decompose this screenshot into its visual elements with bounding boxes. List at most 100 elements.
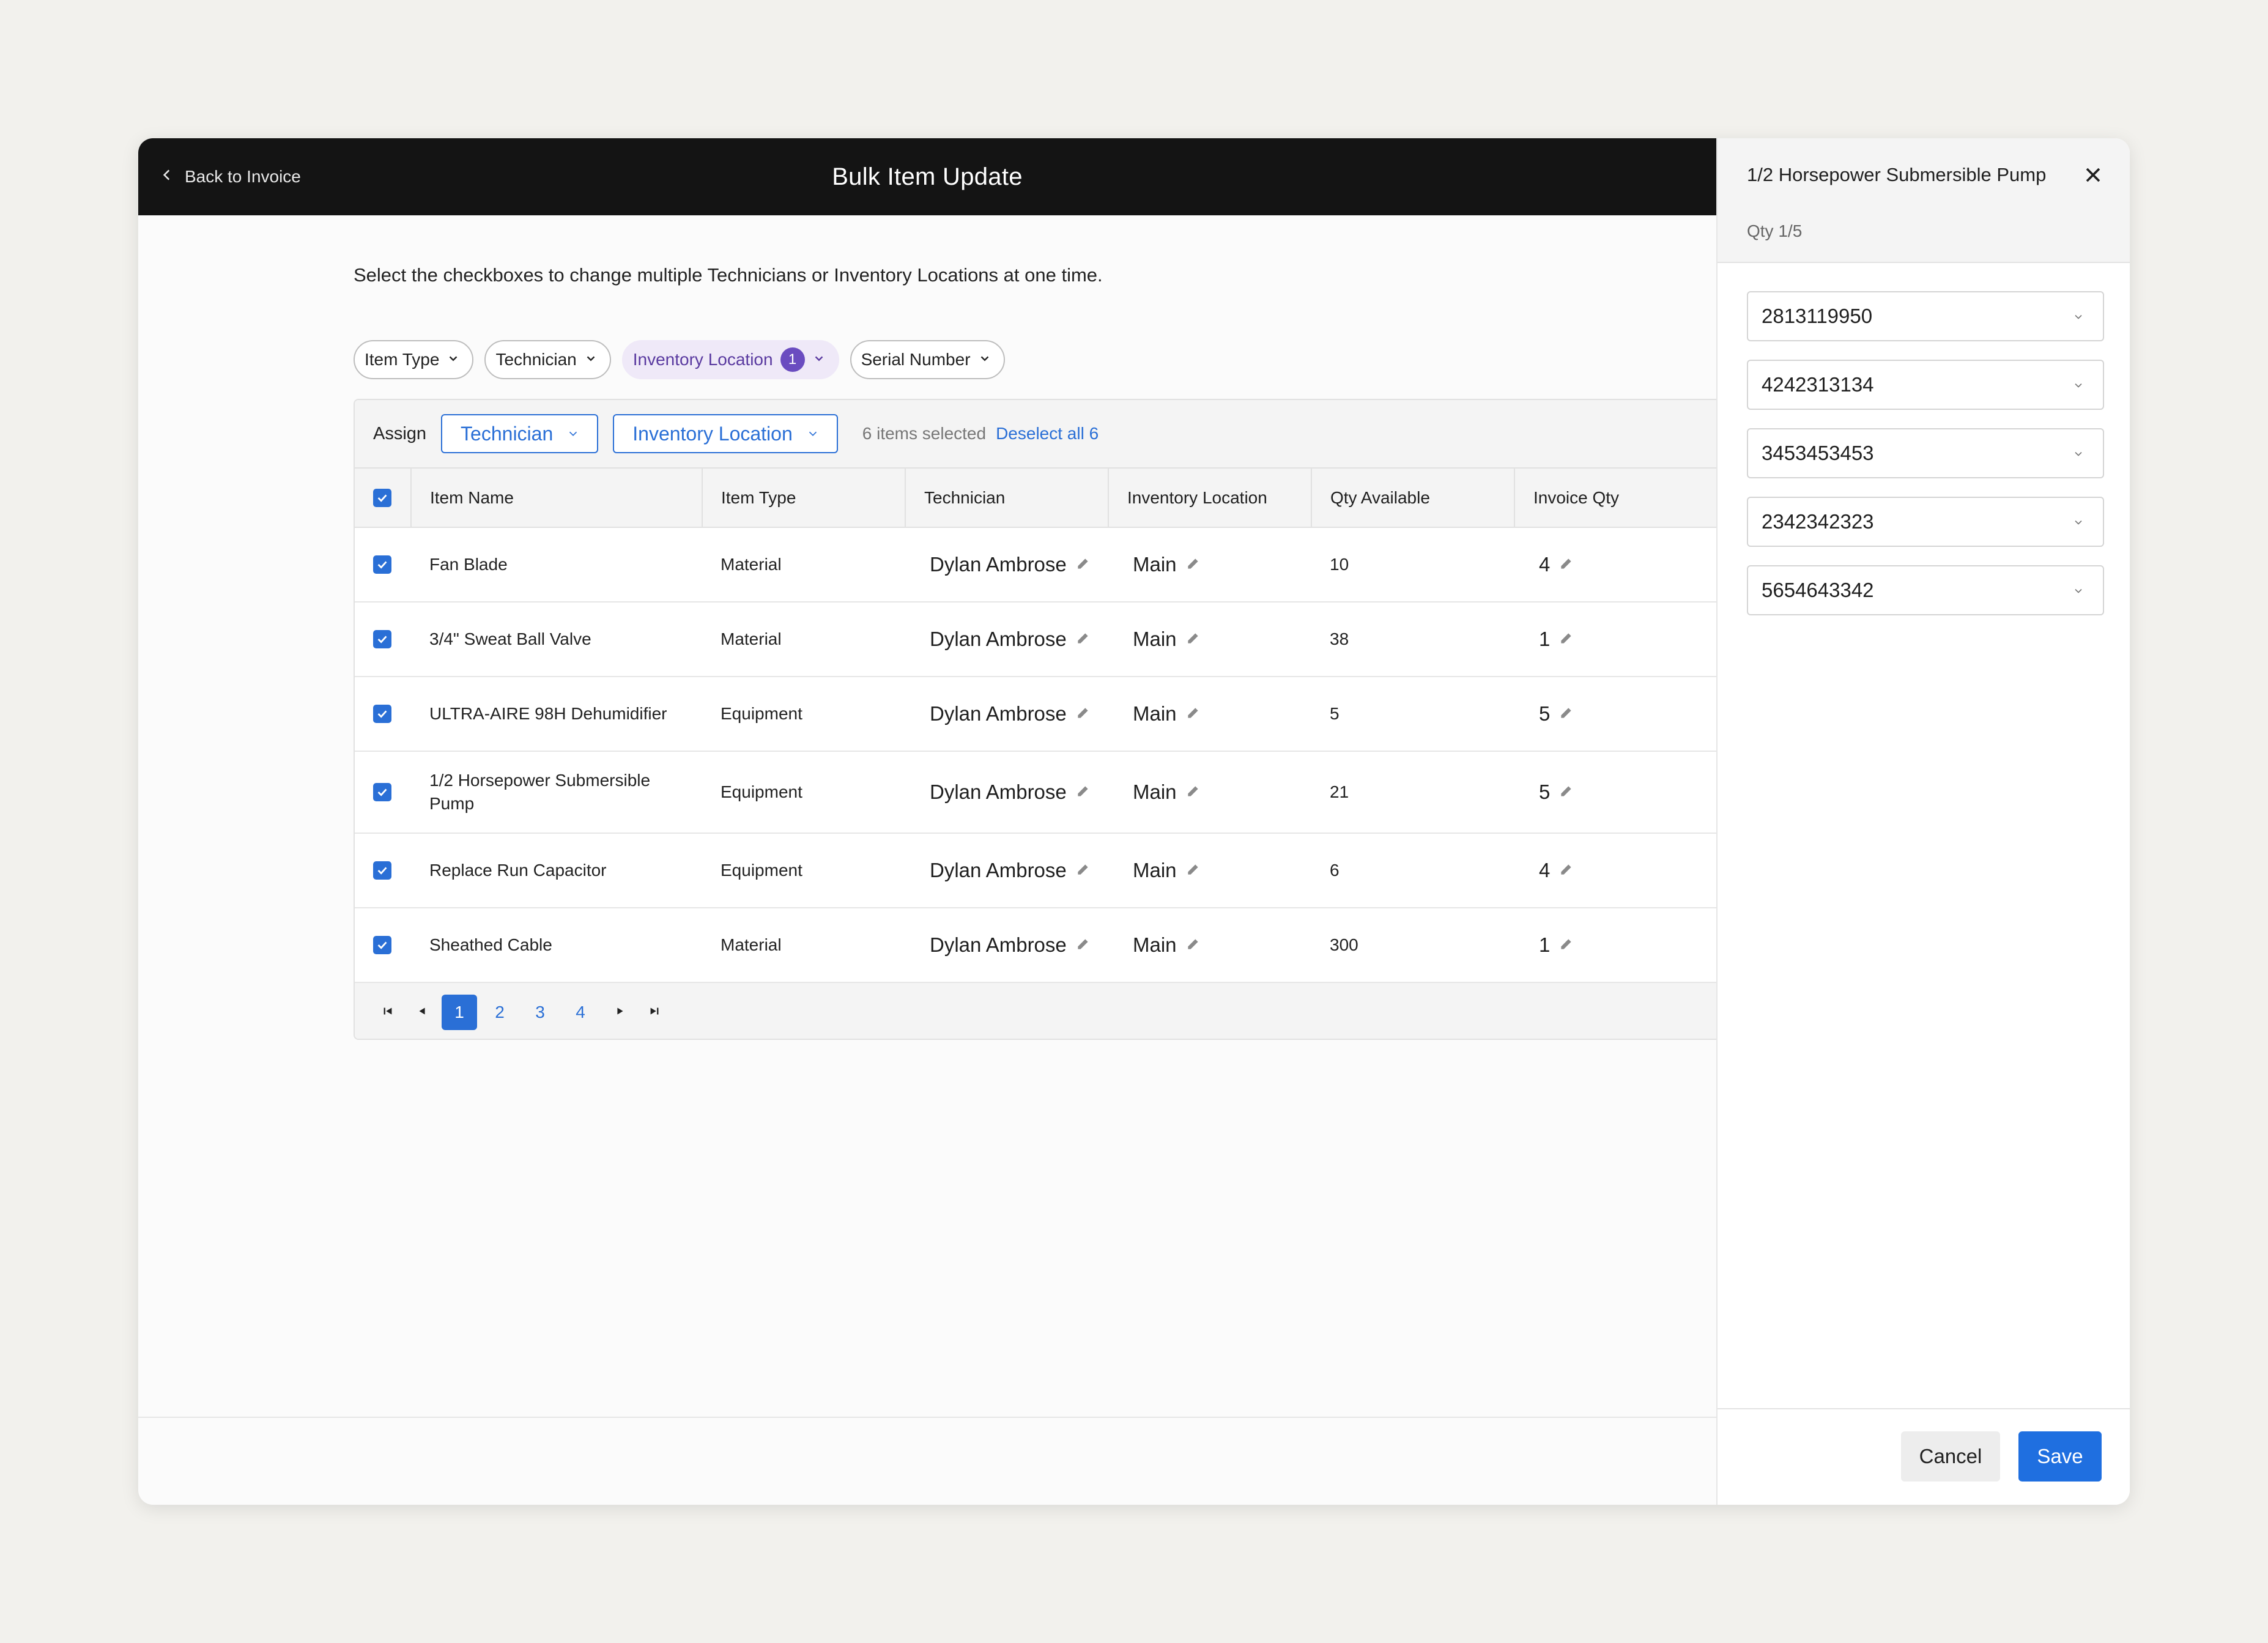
close-panel-button[interactable] bbox=[2081, 163, 2105, 187]
qty-available: 300 bbox=[1311, 908, 1514, 983]
invoice-qty-edit[interactable]: 1 bbox=[1539, 933, 1574, 957]
pencil-icon bbox=[1558, 859, 1574, 882]
location-edit[interactable]: Main bbox=[1133, 628, 1201, 651]
filter-inventory-location[interactable]: Inventory Location 1 bbox=[621, 340, 839, 379]
last-page-button[interactable] bbox=[637, 995, 672, 1030]
location-value: Main bbox=[1133, 933, 1177, 956]
col-header-inventory-location[interactable]: Inventory Location bbox=[1108, 469, 1312, 528]
filter-label: Technician bbox=[495, 350, 577, 369]
filter-technician[interactable]: Technician bbox=[484, 340, 611, 379]
pencil-icon bbox=[1558, 553, 1574, 576]
pencil-icon bbox=[1558, 628, 1574, 651]
chevron-down-icon bbox=[2072, 579, 2085, 602]
location-cell: Main bbox=[1108, 908, 1311, 983]
pencil-icon bbox=[1558, 702, 1574, 725]
last-page-icon bbox=[648, 1003, 661, 1022]
row-checkbox[interactable] bbox=[373, 861, 391, 880]
prev-page-button[interactable] bbox=[405, 995, 439, 1030]
chevron-down-icon bbox=[447, 350, 460, 369]
item-name: Sheathed Cable bbox=[411, 908, 702, 983]
invoice-qty-cell: 5 bbox=[1514, 751, 1735, 834]
invoice-qty-value: 5 bbox=[1539, 702, 1551, 725]
row-checkbox[interactable] bbox=[373, 630, 391, 648]
instructions-text: Select the checkboxes to change multiple… bbox=[354, 264, 1103, 286]
location-edit[interactable]: Main bbox=[1133, 702, 1201, 725]
invoice-qty-edit[interactable]: 4 bbox=[1539, 553, 1574, 576]
technician-edit[interactable]: Dylan Ambrose bbox=[930, 553, 1091, 576]
col-header-item-type[interactable]: Item Type bbox=[702, 469, 906, 528]
col-header-technician[interactable]: Technician bbox=[905, 469, 1109, 528]
filter-label: Inventory Location bbox=[632, 350, 773, 369]
serial-value: 2813119950 bbox=[1762, 305, 1873, 327]
deselect-all-link[interactable]: Deselect all 6 bbox=[996, 424, 1099, 443]
filter-serial-number[interactable]: Serial Number bbox=[850, 340, 1005, 379]
invoice-qty-edit[interactable]: 4 bbox=[1539, 859, 1574, 882]
assign-location-select[interactable]: Inventory Location bbox=[613, 414, 838, 453]
page-3-button[interactable]: 3 bbox=[522, 995, 558, 1030]
table-row: Replace Run Capacitor Equipment Dylan Am… bbox=[355, 833, 1735, 908]
location-cell: Main bbox=[1108, 677, 1311, 752]
technician-edit[interactable]: Dylan Ambrose bbox=[930, 859, 1091, 882]
filter-item-type[interactable]: Item Type bbox=[354, 340, 474, 379]
row-checkbox[interactable] bbox=[373, 783, 391, 801]
technician-value: Dylan Ambrose bbox=[930, 859, 1067, 881]
chevron-down-icon bbox=[566, 423, 580, 445]
close-icon bbox=[2081, 168, 2105, 190]
row-checkbox[interactable] bbox=[373, 936, 391, 954]
location-edit[interactable]: Main bbox=[1133, 781, 1201, 804]
qty-available: 21 bbox=[1311, 751, 1514, 834]
invoice-qty-edit[interactable]: 1 bbox=[1539, 628, 1574, 651]
technician-value: Dylan Ambrose bbox=[930, 628, 1067, 650]
col-header-invoice-qty[interactable]: Invoice Qty bbox=[1514, 469, 1735, 528]
table-row: ULTRA-AIRE 98H Dehumidifier Equipment Dy… bbox=[355, 677, 1735, 752]
technician-edit[interactable]: Dylan Ambrose bbox=[930, 781, 1091, 804]
assign-technician-select[interactable]: Technician bbox=[441, 414, 599, 453]
col-header-item-name[interactable]: Item Name bbox=[411, 469, 703, 528]
cancel-button[interactable]: Cancel bbox=[1901, 1431, 2000, 1482]
invoice-qty-cell: 4 bbox=[1514, 833, 1735, 908]
table-row: Fan Blade Material Dylan Ambrose Main 10… bbox=[355, 527, 1735, 603]
serial-select[interactable]: 3453453453 bbox=[1747, 428, 2104, 478]
page-2-button[interactable]: 2 bbox=[482, 995, 517, 1030]
first-page-icon bbox=[381, 1003, 395, 1022]
technician-edit[interactable]: Dylan Ambrose bbox=[930, 933, 1091, 957]
items-table-card: Assign Technician Inventory Location 6 i… bbox=[354, 399, 1736, 1040]
chevron-down-icon bbox=[2072, 305, 2085, 328]
first-page-button[interactable] bbox=[371, 995, 405, 1030]
save-button[interactable]: Save bbox=[2018, 1431, 2102, 1482]
invoice-qty-value: 1 bbox=[1539, 628, 1551, 650]
chevron-down-icon bbox=[978, 350, 991, 369]
pencil-icon bbox=[1185, 781, 1201, 804]
invoice-qty-edit[interactable]: 5 bbox=[1539, 702, 1574, 725]
select-all-checkbox[interactable] bbox=[373, 488, 391, 507]
item-type: Material bbox=[702, 527, 905, 603]
invoice-qty-cell: 1 bbox=[1514, 908, 1735, 983]
row-checkbox[interactable] bbox=[373, 705, 391, 723]
technician-edit[interactable]: Dylan Ambrose bbox=[930, 628, 1091, 651]
serial-select[interactable]: 4242313134 bbox=[1747, 360, 2104, 410]
serial-value: 4242313134 bbox=[1762, 373, 1874, 396]
location-cell: Main bbox=[1108, 602, 1311, 677]
location-edit[interactable]: Main bbox=[1133, 553, 1201, 576]
invoice-qty-edit[interactable]: 5 bbox=[1539, 781, 1574, 804]
triangle-left-icon bbox=[415, 1003, 429, 1022]
location-edit[interactable]: Main bbox=[1133, 859, 1201, 882]
serial-select[interactable]: 2813119950 bbox=[1747, 291, 2104, 341]
serial-select[interactable]: 5654643342 bbox=[1747, 565, 2104, 615]
pencil-icon bbox=[1558, 781, 1574, 804]
page-1-button[interactable]: 1 bbox=[442, 995, 477, 1030]
qty-available: 38 bbox=[1311, 602, 1514, 677]
selected-count: 6 items selected bbox=[862, 424, 987, 443]
pencil-icon bbox=[1185, 933, 1201, 957]
serial-select[interactable]: 2342342323 bbox=[1747, 497, 2104, 547]
row-checkbox[interactable] bbox=[373, 555, 391, 574]
pencil-icon bbox=[1075, 781, 1091, 804]
technician-edit[interactable]: Dylan Ambrose bbox=[930, 702, 1091, 725]
col-header-qty-available[interactable]: Qty Available bbox=[1311, 469, 1515, 528]
location-edit[interactable]: Main bbox=[1133, 933, 1201, 957]
next-page-button[interactable] bbox=[603, 995, 637, 1030]
invoice-qty-cell: 5 bbox=[1514, 677, 1735, 752]
technician-cell: Dylan Ambrose bbox=[905, 602, 1108, 677]
table-header-row: Item Name Item Type Technician Inventory… bbox=[355, 469, 1735, 528]
page-4-button[interactable]: 4 bbox=[563, 995, 598, 1030]
